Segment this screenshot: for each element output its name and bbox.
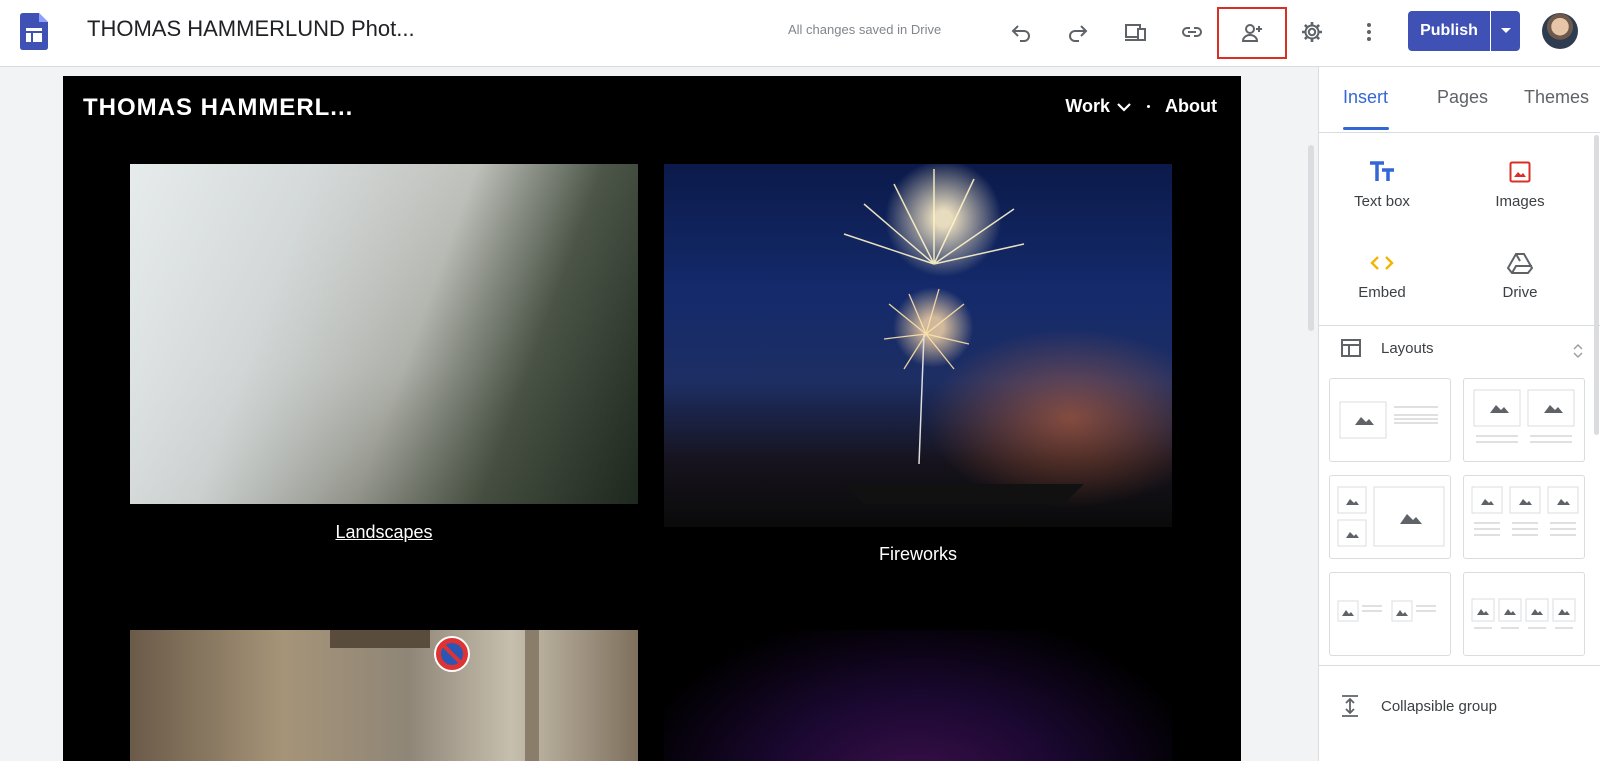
layout-thumbnail-icon xyxy=(1471,598,1576,629)
tile-caption[interactable]: Fireworks xyxy=(664,544,1172,565)
copy-link-button[interactable] xyxy=(1172,12,1212,52)
chevron-down-icon[interactable] xyxy=(1116,101,1132,113)
panel-tabs: Insert Pages Themes xyxy=(1319,67,1600,133)
layouts-icon xyxy=(1341,339,1361,357)
preview-button[interactable] xyxy=(1115,12,1155,52)
collapse-icon[interactable] xyxy=(1572,343,1584,359)
section-divider xyxy=(1319,665,1600,666)
insert-images[interactable]: Images xyxy=(1460,157,1580,210)
document-title[interactable]: THOMAS HAMMERLUND Phot... xyxy=(87,16,415,42)
publish-button[interactable]: Publish xyxy=(1408,11,1491,51)
collapsible-group-label: Collapsible group xyxy=(1381,697,1497,715)
landscape-image xyxy=(130,164,638,504)
settings-button[interactable] xyxy=(1292,12,1332,52)
insert-item-label: Text box xyxy=(1354,193,1410,210)
site-title[interactable]: THOMAS HAMMERL... xyxy=(83,94,353,122)
tab-pages[interactable]: Pages xyxy=(1437,87,1488,108)
avatar[interactable] xyxy=(1542,13,1578,49)
layouts-header[interactable]: Layouts xyxy=(1341,339,1434,357)
collapsible-group-icon xyxy=(1342,695,1358,717)
fireworks-burst-graphic xyxy=(843,169,1084,504)
image-icon xyxy=(1509,161,1531,183)
layout-thumbnail-icon xyxy=(1337,486,1445,547)
insert-item-label: Drive xyxy=(1502,284,1538,301)
layout-option[interactable] xyxy=(1463,378,1585,462)
street-scene-graphic xyxy=(330,630,539,761)
layout-option[interactable] xyxy=(1329,475,1451,559)
layout-thumbnail-icon xyxy=(1471,486,1579,536)
side-panel: Insert Pages Themes Text box Images Embe… xyxy=(1318,67,1600,761)
layout-thumbnail-icon xyxy=(1473,389,1575,443)
more-vert-icon xyxy=(1367,23,1371,41)
google-sites-logo[interactable] xyxy=(20,13,48,50)
layout-thumbnail-icon xyxy=(1339,401,1438,439)
embed-icon xyxy=(1370,256,1394,270)
nav-item-about[interactable]: About xyxy=(1165,96,1217,117)
gallery-tile[interactable]: Landscapes xyxy=(130,164,638,584)
gallery-image[interactable] xyxy=(664,630,1172,761)
gear-icon xyxy=(1302,22,1322,42)
devices-icon xyxy=(1125,24,1146,41)
caret-down-icon xyxy=(1500,28,1511,33)
save-status: All changes saved in Drive xyxy=(788,22,942,37)
layout-thumbnail-icon xyxy=(1337,600,1436,622)
site-preview[interactable]: THOMAS HAMMERL... Work About Landscapes xyxy=(63,76,1241,761)
insert-text-box[interactable]: Text box xyxy=(1322,157,1442,210)
tab-insert[interactable]: Insert xyxy=(1343,87,1388,108)
layout-option[interactable] xyxy=(1329,378,1451,462)
layout-option[interactable] xyxy=(1463,475,1585,559)
text-box-icon xyxy=(1370,161,1394,181)
nav-separator xyxy=(1147,105,1151,108)
site-nav: Work About xyxy=(1065,96,1217,117)
fireworks-image xyxy=(664,164,1172,527)
active-tab-indicator xyxy=(1343,127,1389,130)
section-divider xyxy=(1319,325,1600,326)
redo-button[interactable] xyxy=(1058,12,1098,52)
canvas-scrollbar[interactable] xyxy=(1308,145,1314,331)
drive-icon xyxy=(1507,253,1533,274)
top-bar: THOMAS HAMMERLUND Phot... All changes sa… xyxy=(0,0,1600,67)
insert-item-label: Embed xyxy=(1358,284,1406,301)
insert-drive[interactable]: Drive xyxy=(1460,248,1580,301)
street-image[interactable] xyxy=(130,630,638,761)
panel-scrollbar[interactable] xyxy=(1594,135,1599,435)
publish-options-button[interactable] xyxy=(1491,11,1520,51)
gallery-tile[interactable]: Fireworks xyxy=(664,164,1172,584)
layout-option[interactable] xyxy=(1463,572,1585,656)
link-icon xyxy=(1182,27,1202,37)
redo-icon xyxy=(1069,25,1088,42)
more-options-button[interactable] xyxy=(1349,12,1389,52)
tile-caption[interactable]: Landscapes xyxy=(130,522,638,543)
insert-item-label: Images xyxy=(1495,193,1545,210)
undo-icon xyxy=(1011,25,1030,42)
insert-embed[interactable]: Embed xyxy=(1322,248,1442,301)
layouts-label: Layouts xyxy=(1381,339,1434,357)
layout-option[interactable] xyxy=(1329,572,1451,656)
add-person-icon xyxy=(1241,24,1262,42)
insert-collapsible-group[interactable]: Collapsible group xyxy=(1341,695,1497,717)
share-button[interactable] xyxy=(1217,7,1287,59)
editor-canvas: THOMAS HAMMERL... Work About Landscapes xyxy=(0,67,1318,761)
undo-button[interactable] xyxy=(1001,12,1041,52)
publish-button-group: Publish xyxy=(1408,11,1520,51)
tab-themes[interactable]: Themes xyxy=(1524,87,1589,108)
nav-item-work[interactable]: Work xyxy=(1065,96,1110,117)
